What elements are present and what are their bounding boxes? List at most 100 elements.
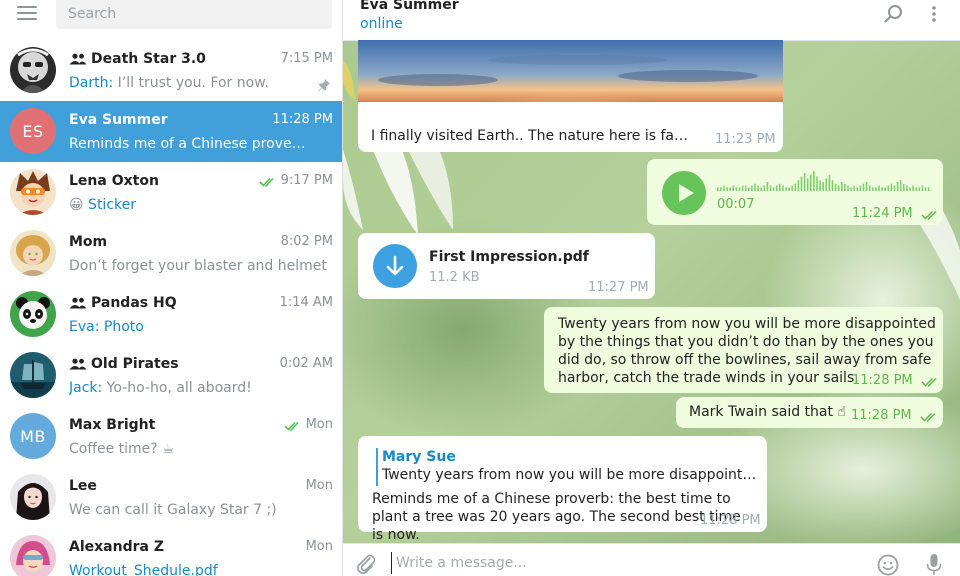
microphone-icon[interactable] [926, 553, 942, 576]
double-check-icon [921, 209, 941, 220]
waveform-bar [903, 183, 905, 191]
chat-time: 0:02 AM [279, 356, 333, 371]
message-time: 11:28 PM [700, 513, 761, 528]
waveform-bar [779, 183, 781, 191]
chat-name: Max Bright [69, 417, 156, 433]
message-composer [343, 543, 960, 576]
photo-message[interactable]: I finally visited Earth.. The nature her… [358, 30, 783, 152]
file-name[interactable]: First Impression.pdf [429, 249, 589, 265]
double-check-icon [921, 376, 941, 387]
chat-item-lee[interactable]: Lee Mon We can call it Galaxy Star 7 ;) [0, 467, 342, 528]
waveform-bar [893, 185, 896, 191]
chat-item-lena-oxton[interactable]: Lena Oxton 9:17 PM 😀 Sticker [0, 162, 342, 223]
chat-time: Mon [305, 417, 333, 432]
waveform-bar [906, 185, 908, 191]
waveform-bar [896, 182, 899, 191]
double-check-icon [284, 420, 302, 431]
chat-time: Mon [305, 478, 333, 493]
sidebar-top-bar: Search [0, 0, 342, 40]
waveform-bar [878, 185, 880, 191]
waveform-bar [918, 187, 921, 191]
chat-item-alexandra-z[interactable]: Alexandra Z Mon Workout_Shedule.pdf [0, 528, 342, 576]
pin-icon [317, 78, 331, 92]
preview-link: Workout_Shedule.pdf [69, 563, 218, 576]
waveform-bar [912, 185, 914, 191]
reply-author[interactable]: Mary Sue [382, 449, 456, 465]
waveform-bar [915, 187, 917, 191]
pirate-ship-avatar-icon [10, 352, 56, 398]
waveform-bar [772, 187, 775, 191]
chat-name: Lena Oxton [69, 173, 159, 189]
waveform-bar [865, 182, 868, 191]
reply-preview[interactable]: Twenty years from now you will be more d… [382, 467, 757, 483]
message-time: 11:28 PM [851, 408, 912, 423]
waveform-bar [766, 182, 769, 191]
group-icon [69, 297, 87, 309]
more-options-icon[interactable] [930, 5, 938, 23]
waveform-bar [800, 176, 803, 191]
waveform-bar [850, 187, 852, 191]
waveform-bar [794, 183, 797, 191]
chat-time: 1:14 AM [279, 295, 333, 310]
stormtrooper-avatar-icon [10, 47, 56, 93]
waveform-bar [841, 182, 843, 191]
emoji-icon[interactable] [877, 554, 899, 576]
message-text: Mark Twain said that ☝ [689, 404, 846, 420]
waveform-bar [881, 187, 883, 191]
waveform-bar [831, 180, 834, 191]
waveform-bar [751, 185, 753, 191]
contact-name[interactable]: Eva Summer [360, 0, 459, 13]
mom-avatar-icon [10, 230, 56, 276]
preview-text: I’ll trust you. For now. [113, 75, 269, 91]
message-input[interactable] [391, 552, 791, 574]
chat-time: 8:02 PM [280, 234, 333, 249]
chat-item-max-bright[interactable]: MB Max Bright Mon Coffee time? ☕ [0, 406, 342, 467]
waveform-bar [875, 187, 877, 191]
chat-item-mom[interactable]: Mom 8:02 PM Don’t forget your blaster an… [0, 223, 342, 284]
waveform-bar [844, 183, 846, 191]
tracer-avatar-icon [10, 169, 56, 215]
download-icon[interactable] [373, 244, 417, 288]
chat-item-pandas-hq[interactable]: Pandas HQ 1:14 AM Eva: Photo [0, 284, 342, 345]
play-icon[interactable] [662, 171, 706, 215]
sunset-photo[interactable] [358, 40, 783, 102]
reply-bar [376, 448, 378, 486]
chat-preview: Workout_Shedule.pdf [69, 563, 334, 576]
waveform-bar [921, 185, 924, 191]
chat-preview: We can call it Galaxy Star 7 ;) [69, 502, 277, 518]
group-icon [69, 53, 87, 65]
waveform-bar [797, 180, 800, 191]
waveform-bar [887, 185, 890, 191]
waveform-bar [872, 187, 874, 191]
waveform-bar [726, 187, 728, 191]
waveform-bar [810, 174, 812, 191]
chat-name: Mom [69, 234, 108, 250]
waveform-bar [924, 187, 927, 191]
voice-message: 00:07 11:24 PM [647, 159, 943, 225]
waveform-bar [847, 185, 849, 191]
waveform-bar [741, 185, 744, 191]
chat-list-panel: Search Death Star 3.0 7:15 PM Darth: I’l… [0, 0, 343, 576]
waveform-bar [813, 171, 815, 191]
chat-name: Pandas HQ [91, 295, 177, 311]
double-check-icon [920, 411, 940, 422]
chat-item-death-star[interactable]: Death Star 3.0 7:15 PM Darth: I’ll trust… [0, 40, 342, 101]
waveform-bar [859, 185, 862, 191]
waveform-bar [791, 185, 793, 191]
voice-waveform[interactable] [717, 171, 931, 193]
waveform-bar [754, 183, 756, 191]
chat-item-eva-summer[interactable]: ES Eva Summer 11:28 PM Reminds me of a C… [0, 101, 342, 162]
search-input[interactable]: Search [56, 0, 332, 29]
chat-name: Eva Summer [69, 112, 168, 128]
hamburger-menu-icon[interactable] [17, 6, 37, 22]
avatar-initials: ES [10, 108, 56, 154]
message-meta: 11:24 PM [852, 206, 941, 221]
waveform-bar [890, 183, 893, 191]
waveform-bar [868, 185, 871, 191]
waveform-bar [803, 173, 806, 191]
attach-icon[interactable] [356, 552, 376, 576]
message-time: 11:27 PM [588, 280, 649, 295]
panda-avatar-icon [10, 291, 56, 337]
chat-item-old-pirates[interactable]: Old Pirates 0:02 AM Jack: Yo-ho-ho, all … [0, 345, 342, 406]
search-icon[interactable] [884, 4, 904, 24]
